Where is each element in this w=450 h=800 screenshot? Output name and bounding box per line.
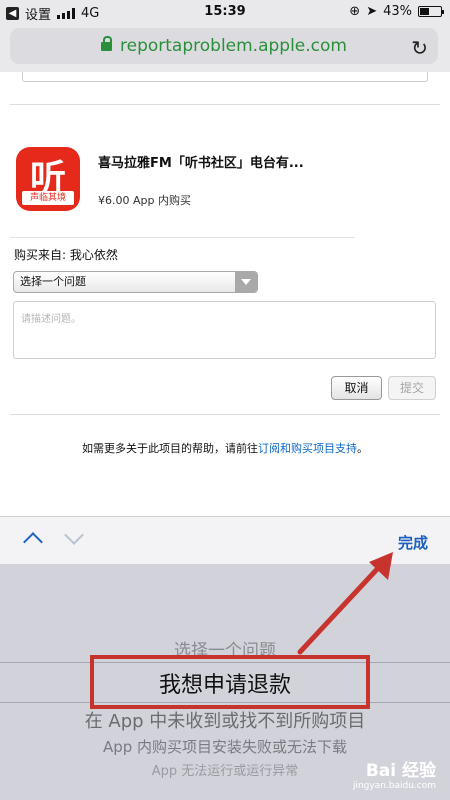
done-button[interactable]: 完成 [398, 532, 428, 553]
picker-option[interactable]: App 内购买项目安装失败或无法下载 [0, 736, 450, 757]
reload-icon[interactable]: ↻ [411, 36, 428, 60]
browser-chrome: reportaproblem.apple.com ↻ [0, 24, 450, 72]
url-display[interactable]: reportaproblem.apple.com [10, 36, 438, 56]
purchase-price: ¥6.00 App 内购买 [98, 194, 191, 207]
problem-select-value: 选择一个问题 [20, 275, 86, 288]
divider [10, 104, 440, 105]
divider [10, 414, 440, 415]
cancel-button[interactable]: 取消 [331, 376, 382, 400]
lock-icon [101, 36, 112, 51]
watermark-url: jingyan.baidu.com [352, 781, 436, 791]
status-right: ⊕ ➤ 43% [349, 4, 444, 19]
support-link[interactable]: 订阅和购买项目支持 [258, 442, 357, 455]
app-icon: 听 声临其境 [16, 147, 80, 211]
annotation-highlight-box [90, 655, 370, 709]
orientation-lock-icon: ⊕ [349, 4, 361, 19]
battery-fill [420, 8, 429, 15]
battery-icon [418, 6, 444, 17]
previous-field-icon[interactable] [23, 532, 43, 552]
previous-field-edge [22, 72, 428, 82]
problem-select[interactable]: 选择一个问题 [13, 271, 258, 293]
battery-percent: 43% [383, 4, 412, 19]
submit-button[interactable]: 提交 [388, 376, 436, 400]
problem-description-placeholder: 请描述问题。 [21, 314, 81, 325]
problem-description-field[interactable]: 请描述问题。 [13, 301, 436, 359]
next-field-icon[interactable] [64, 525, 84, 545]
status-bar: ◀ 设置 4G 15:39 ⊕ ➤ 43% [0, 0, 450, 24]
help-text-suffix: 。 [357, 442, 368, 455]
help-text: 如需更多关于此项目的帮助，请前往订阅和购买项目支持。 [0, 440, 450, 456]
page-content: 听 声临其境 喜马拉雅FM「听书社区」电台有... ¥6.00 App 内购买 … [0, 72, 450, 516]
location-icon: ➤ [366, 4, 378, 19]
watermark-logo: Bai 经验 [365, 761, 436, 781]
app-name: 喜马拉雅FM「听书社区」电台有... [98, 156, 304, 171]
app-icon-brand: 声临其境 [22, 191, 74, 205]
picker-option[interactable]: 在 App 中未收到或找不到所购项目 [0, 707, 450, 733]
address-bar[interactable]: reportaproblem.apple.com ↻ [10, 28, 438, 64]
help-text-body: 如需更多关于此项目的帮助，请前往 [82, 442, 258, 455]
divider [10, 237, 355, 238]
purchased-from-label: 购买来自: 我心依然 [14, 248, 118, 262]
chevron-down-icon [235, 272, 257, 292]
picker-toolbar: 完成 [0, 516, 450, 564]
url-text: reportaproblem.apple.com [120, 36, 347, 56]
